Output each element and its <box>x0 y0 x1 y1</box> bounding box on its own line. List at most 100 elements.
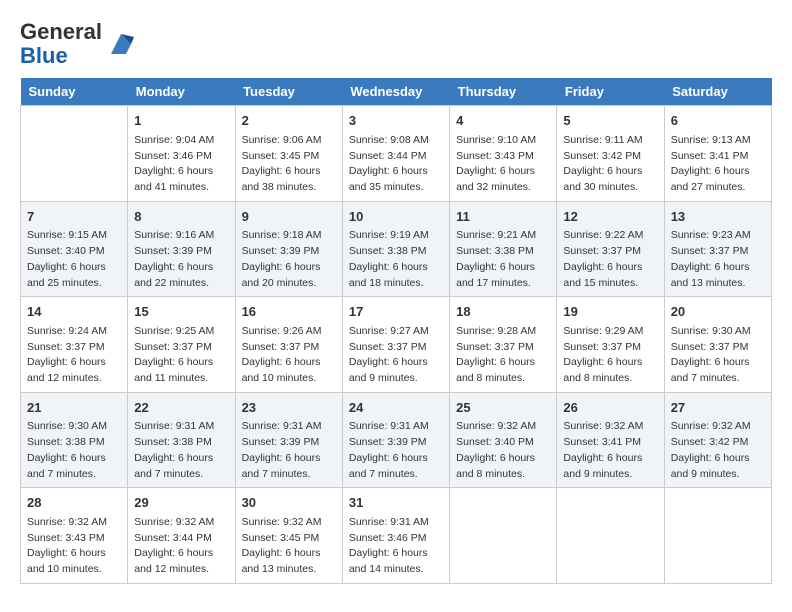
day-number: 4 <box>456 111 550 131</box>
logo-icon <box>106 29 136 59</box>
day-number: 25 <box>456 398 550 418</box>
day-info: Sunrise: 9:31 AMSunset: 3:46 PMDaylight:… <box>349 515 443 578</box>
day-number: 2 <box>242 111 336 131</box>
day-info: Sunrise: 9:32 AMSunset: 3:40 PMDaylight:… <box>456 419 550 482</box>
day-info: Sunrise: 9:23 AMSunset: 3:37 PMDaylight:… <box>671 228 765 291</box>
calendar-cell: 24Sunrise: 9:31 AMSunset: 3:39 PMDayligh… <box>342 392 449 488</box>
calendar-cell <box>557 488 664 584</box>
day-number: 29 <box>134 493 228 513</box>
day-info: Sunrise: 9:32 AMSunset: 3:43 PMDaylight:… <box>27 515 121 578</box>
day-info: Sunrise: 9:13 AMSunset: 3:41 PMDaylight:… <box>671 133 765 196</box>
day-number: 7 <box>27 207 121 227</box>
calendar-cell <box>21 106 128 202</box>
col-header-saturday: Saturday <box>664 78 771 106</box>
day-number: 26 <box>563 398 657 418</box>
day-info: Sunrise: 9:31 AMSunset: 3:39 PMDaylight:… <box>242 419 336 482</box>
calendar-cell: 3Sunrise: 9:08 AMSunset: 3:44 PMDaylight… <box>342 106 449 202</box>
day-info: Sunrise: 9:11 AMSunset: 3:42 PMDaylight:… <box>563 133 657 196</box>
week-row-5: 28Sunrise: 9:32 AMSunset: 3:43 PMDayligh… <box>21 488 772 584</box>
calendar-cell: 23Sunrise: 9:31 AMSunset: 3:39 PMDayligh… <box>235 392 342 488</box>
calendar-cell: 19Sunrise: 9:29 AMSunset: 3:37 PMDayligh… <box>557 297 664 393</box>
calendar-cell: 31Sunrise: 9:31 AMSunset: 3:46 PMDayligh… <box>342 488 449 584</box>
day-info: Sunrise: 9:30 AMSunset: 3:37 PMDaylight:… <box>671 324 765 387</box>
day-number: 10 <box>349 207 443 227</box>
day-number: 23 <box>242 398 336 418</box>
calendar-cell: 11Sunrise: 9:21 AMSunset: 3:38 PMDayligh… <box>450 201 557 297</box>
week-row-4: 21Sunrise: 9:30 AMSunset: 3:38 PMDayligh… <box>21 392 772 488</box>
week-row-2: 7Sunrise: 9:15 AMSunset: 3:40 PMDaylight… <box>21 201 772 297</box>
day-number: 14 <box>27 302 121 322</box>
day-number: 20 <box>671 302 765 322</box>
day-info: Sunrise: 9:10 AMSunset: 3:43 PMDaylight:… <box>456 133 550 196</box>
calendar-cell: 14Sunrise: 9:24 AMSunset: 3:37 PMDayligh… <box>21 297 128 393</box>
calendar-body: 1Sunrise: 9:04 AMSunset: 3:46 PMDaylight… <box>21 106 772 584</box>
day-info: Sunrise: 9:25 AMSunset: 3:37 PMDaylight:… <box>134 324 228 387</box>
day-info: Sunrise: 9:31 AMSunset: 3:39 PMDaylight:… <box>349 419 443 482</box>
day-info: Sunrise: 9:18 AMSunset: 3:39 PMDaylight:… <box>242 228 336 291</box>
day-number: 12 <box>563 207 657 227</box>
calendar-cell: 17Sunrise: 9:27 AMSunset: 3:37 PMDayligh… <box>342 297 449 393</box>
day-info: Sunrise: 9:16 AMSunset: 3:39 PMDaylight:… <box>134 228 228 291</box>
day-number: 24 <box>349 398 443 418</box>
calendar-cell: 29Sunrise: 9:32 AMSunset: 3:44 PMDayligh… <box>128 488 235 584</box>
calendar-table: SundayMondayTuesdayWednesdayThursdayFrid… <box>20 78 772 584</box>
calendar-cell: 25Sunrise: 9:32 AMSunset: 3:40 PMDayligh… <box>450 392 557 488</box>
calendar-cell: 15Sunrise: 9:25 AMSunset: 3:37 PMDayligh… <box>128 297 235 393</box>
calendar-cell: 27Sunrise: 9:32 AMSunset: 3:42 PMDayligh… <box>664 392 771 488</box>
calendar-cell <box>450 488 557 584</box>
day-info: Sunrise: 9:27 AMSunset: 3:37 PMDaylight:… <box>349 324 443 387</box>
calendar-cell: 10Sunrise: 9:19 AMSunset: 3:38 PMDayligh… <box>342 201 449 297</box>
calendar-header-row: SundayMondayTuesdayWednesdayThursdayFrid… <box>21 78 772 106</box>
calendar-cell: 5Sunrise: 9:11 AMSunset: 3:42 PMDaylight… <box>557 106 664 202</box>
day-info: Sunrise: 9:32 AMSunset: 3:44 PMDaylight:… <box>134 515 228 578</box>
day-number: 1 <box>134 111 228 131</box>
calendar-cell: 7Sunrise: 9:15 AMSunset: 3:40 PMDaylight… <box>21 201 128 297</box>
day-info: Sunrise: 9:26 AMSunset: 3:37 PMDaylight:… <box>242 324 336 387</box>
day-number: 6 <box>671 111 765 131</box>
day-info: Sunrise: 9:29 AMSunset: 3:37 PMDaylight:… <box>563 324 657 387</box>
day-number: 5 <box>563 111 657 131</box>
calendar-cell: 30Sunrise: 9:32 AMSunset: 3:45 PMDayligh… <box>235 488 342 584</box>
week-row-3: 14Sunrise: 9:24 AMSunset: 3:37 PMDayligh… <box>21 297 772 393</box>
calendar-cell: 8Sunrise: 9:16 AMSunset: 3:39 PMDaylight… <box>128 201 235 297</box>
day-number: 13 <box>671 207 765 227</box>
day-number: 28 <box>27 493 121 513</box>
calendar-cell: 22Sunrise: 9:31 AMSunset: 3:38 PMDayligh… <box>128 392 235 488</box>
calendar-cell: 6Sunrise: 9:13 AMSunset: 3:41 PMDaylight… <box>664 106 771 202</box>
day-number: 22 <box>134 398 228 418</box>
day-number: 30 <box>242 493 336 513</box>
calendar-cell: 12Sunrise: 9:22 AMSunset: 3:37 PMDayligh… <box>557 201 664 297</box>
week-row-1: 1Sunrise: 9:04 AMSunset: 3:46 PMDaylight… <box>21 106 772 202</box>
day-number: 11 <box>456 207 550 227</box>
calendar-cell: 9Sunrise: 9:18 AMSunset: 3:39 PMDaylight… <box>235 201 342 297</box>
day-info: Sunrise: 9:24 AMSunset: 3:37 PMDaylight:… <box>27 324 121 387</box>
col-header-wednesday: Wednesday <box>342 78 449 106</box>
logo: General Blue <box>20 20 136 68</box>
calendar-cell: 18Sunrise: 9:28 AMSunset: 3:37 PMDayligh… <box>450 297 557 393</box>
day-info: Sunrise: 9:08 AMSunset: 3:44 PMDaylight:… <box>349 133 443 196</box>
day-info: Sunrise: 9:32 AMSunset: 3:45 PMDaylight:… <box>242 515 336 578</box>
calendar-cell: 20Sunrise: 9:30 AMSunset: 3:37 PMDayligh… <box>664 297 771 393</box>
day-info: Sunrise: 9:28 AMSunset: 3:37 PMDaylight:… <box>456 324 550 387</box>
calendar-cell: 26Sunrise: 9:32 AMSunset: 3:41 PMDayligh… <box>557 392 664 488</box>
calendar-cell: 2Sunrise: 9:06 AMSunset: 3:45 PMDaylight… <box>235 106 342 202</box>
calendar-cell: 28Sunrise: 9:32 AMSunset: 3:43 PMDayligh… <box>21 488 128 584</box>
logo-blue: Blue <box>20 43 68 68</box>
day-info: Sunrise: 9:22 AMSunset: 3:37 PMDaylight:… <box>563 228 657 291</box>
calendar-cell <box>664 488 771 584</box>
day-info: Sunrise: 9:19 AMSunset: 3:38 PMDaylight:… <box>349 228 443 291</box>
col-header-friday: Friday <box>557 78 664 106</box>
day-info: Sunrise: 9:21 AMSunset: 3:38 PMDaylight:… <box>456 228 550 291</box>
day-number: 8 <box>134 207 228 227</box>
calendar-cell: 1Sunrise: 9:04 AMSunset: 3:46 PMDaylight… <box>128 106 235 202</box>
day-number: 21 <box>27 398 121 418</box>
day-number: 3 <box>349 111 443 131</box>
day-number: 27 <box>671 398 765 418</box>
day-number: 15 <box>134 302 228 322</box>
day-number: 19 <box>563 302 657 322</box>
logo-general: General <box>20 19 102 44</box>
day-info: Sunrise: 9:30 AMSunset: 3:38 PMDaylight:… <box>27 419 121 482</box>
col-header-monday: Monday <box>128 78 235 106</box>
day-info: Sunrise: 9:04 AMSunset: 3:46 PMDaylight:… <box>134 133 228 196</box>
col-header-sunday: Sunday <box>21 78 128 106</box>
